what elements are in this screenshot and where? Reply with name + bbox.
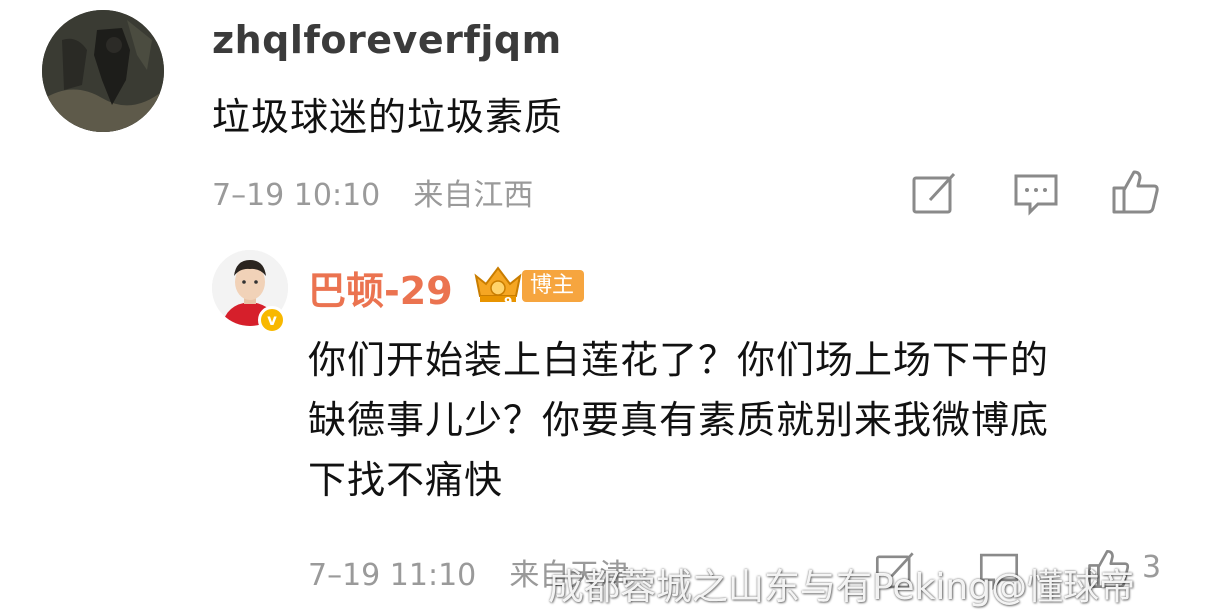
reply-username[interactable]: 巴顿-29 [308, 260, 453, 315]
verified-badge: v [258, 306, 286, 334]
comment-location: 来自江西 [413, 178, 534, 213]
comment-meta: 7–19 10:10 来自江西 [212, 170, 533, 214]
svg-text:9: 9 [504, 295, 512, 308]
edit-icon[interactable] [908, 168, 960, 220]
crown-icon: 9 [470, 262, 526, 308]
comment-time: 7–19 10:10 [212, 178, 381, 213]
blogger-badge: 博主 [522, 270, 585, 302]
avatar-image [42, 10, 164, 132]
reply-text-line: 下找不痛快 [308, 458, 504, 502]
reply-text: 你们开始装上白莲花了？你们场上场下干的 缺德事儿少？你要真有素质就别来我微博底 … [308, 330, 1168, 510]
comment-icon[interactable] [1010, 168, 1062, 220]
like-icon[interactable] [1110, 166, 1162, 218]
reply-text-line: 缺德事儿少？你要真有素质就别来我微博底 [308, 398, 1050, 442]
comment-text: 垃圾球迷的垃圾素质 [212, 95, 564, 139]
comment-username[interactable]: zhqlforeverfjqm [212, 18, 562, 62]
like-count: 3 [1142, 550, 1162, 585]
watermark: 成都蓉城之山东与有Peking@懂球帝 [548, 567, 1136, 608]
reply-time: 7–19 11:10 [308, 558, 477, 593]
avatar-zhqlforeverfjqm[interactable] [42, 10, 164, 132]
reply-text-line: 你们开始装上白莲花了？你们场上场下干的 [308, 338, 1050, 382]
